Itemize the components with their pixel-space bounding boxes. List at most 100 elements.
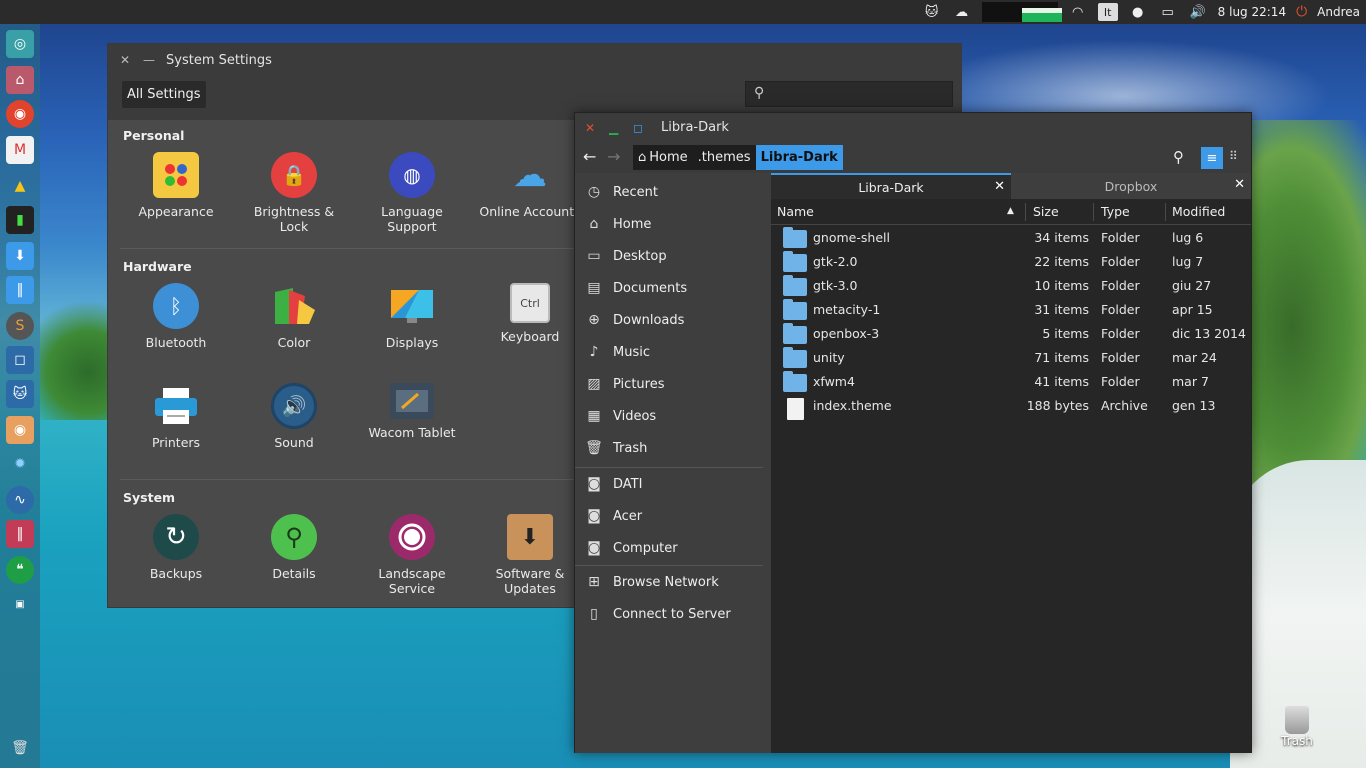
tab-dropbox[interactable]: Dropbox ✕: [1011, 173, 1251, 199]
cloud-sync-icon[interactable]: ☁: [952, 4, 972, 20]
mixer-icon[interactable]: ‖: [6, 276, 34, 304]
minimize-icon[interactable]: ▁: [609, 121, 618, 135]
hangouts-icon[interactable]: ❝: [6, 556, 34, 584]
table-row[interactable]: gtk-2.0 22 items Folder lug 7: [771, 250, 1251, 274]
close-icon[interactable]: ✕: [1234, 177, 1245, 192]
settings-item-language-support[interactable]: ◍ Language Support: [353, 152, 471, 234]
sidebar-item-documents[interactable]: ▤ Documents: [575, 273, 771, 303]
settings-gear-icon[interactable]: ✹: [6, 450, 34, 478]
terminal-icon[interactable]: ▮: [6, 206, 34, 234]
home-folder-icon[interactable]: ⌂: [6, 66, 34, 94]
table-row[interactable]: gnome-shell 34 items Folder lug 6: [771, 226, 1251, 250]
cell-size: 5 items: [1042, 326, 1089, 341]
back-icon[interactable]: ←: [583, 147, 596, 166]
system-monitor-graph[interactable]: [981, 2, 1062, 22]
close-icon[interactable]: ✕: [118, 53, 132, 67]
maximize-icon[interactable]: ◻: [633, 121, 643, 135]
system-monitor-icon[interactable]: ∿: [6, 486, 34, 514]
cell-size: 41 items: [1034, 374, 1089, 389]
sidebar-item-videos[interactable]: ▦ Videos: [575, 401, 771, 431]
settings-item-displays[interactable]: Displays: [353, 283, 471, 350]
ubuntu-dash-icon[interactable]: ◎: [6, 30, 34, 58]
folder-icon: [783, 251, 807, 272]
cell-modified: giu 27: [1172, 278, 1212, 293]
trash-icon[interactable]: 🗑: [6, 734, 34, 762]
clock[interactable]: 8 lug 22:14: [1218, 5, 1286, 19]
minimize-icon[interactable]: —: [142, 53, 156, 67]
sidebar-item-browse-network[interactable]: ⊞ Browse Network: [575, 567, 771, 597]
chrome-beta-icon[interactable]: ◉: [6, 100, 34, 128]
breadcrumb-label: Home: [649, 150, 688, 165]
settings-item-sound[interactable]: 🔊 Sound: [235, 383, 353, 450]
settings-item-online-accounts[interactable]: ☁ Online Accounts: [471, 152, 589, 220]
skype-icon[interactable]: S: [6, 312, 34, 340]
all-settings-button[interactable]: All Settings: [122, 81, 206, 108]
breadcrumb-home[interactable]: ⌂ Home: [633, 145, 693, 170]
power-icon[interactable]: ⏻: [1296, 4, 1307, 20]
table-row[interactable]: index.theme 188 bytes Archive gen 13: [771, 394, 1251, 420]
sidebar-item-dati[interactable]: ◙ DATI: [575, 469, 771, 499]
settings-item-color[interactable]: Color: [235, 283, 353, 350]
settings-item-keyboard[interactable]: Ctrl Keyboard: [471, 283, 589, 344]
wifi-icon[interactable]: ◠: [1068, 4, 1088, 20]
desktop-trash[interactable]: Trash: [1274, 706, 1320, 748]
download-icon[interactable]: ⬇: [6, 242, 34, 270]
sidebar-item-desktop[interactable]: ▭ Desktop: [575, 241, 771, 271]
search-icon[interactable]: ⚲: [1173, 148, 1184, 166]
sidebar-item-pictures[interactable]: ▨ Pictures: [575, 369, 771, 399]
sidebar-item-music[interactable]: ♪ Music: [575, 337, 771, 367]
breadcrumb-current[interactable]: Libra-Dark: [755, 145, 843, 170]
cat-app-icon[interactable]: 🐱: [6, 380, 34, 408]
tab-libra-dark[interactable]: Libra-Dark ✕: [771, 173, 1011, 199]
table-row[interactable]: openbox-3 5 items Folder dic 13 2014: [771, 322, 1251, 346]
table-row[interactable]: gtk-3.0 10 items Folder giu 27: [771, 274, 1251, 298]
sidebar-item-home[interactable]: ⌂ Home: [575, 209, 771, 239]
settings-item-backups[interactable]: ↻ Backups: [117, 514, 235, 581]
column-type[interactable]: Type: [1101, 204, 1130, 219]
sidebar-item-downloads[interactable]: ⊕ Downloads: [575, 305, 771, 335]
sidebar-item-computer[interactable]: ◙ Computer: [575, 533, 771, 563]
close-icon[interactable]: ✕: [585, 121, 595, 135]
sort-ascending-icon[interactable]: ▲: [1007, 206, 1014, 216]
column-size[interactable]: Size: [1033, 204, 1059, 219]
equalizer-icon[interactable]: ‖: [6, 520, 34, 548]
sidebar-item-recent[interactable]: ◷ Recent: [575, 177, 771, 207]
settings-item-landscape-service[interactable]: Landscape Service: [353, 514, 471, 596]
google-drive-icon[interactable]: ▲: [6, 172, 34, 200]
settings-item-wacom-tablet[interactable]: Wacom Tablet: [353, 383, 471, 440]
settings-item-details[interactable]: ⚲ Details: [235, 514, 353, 581]
gmail-icon[interactable]: M: [6, 136, 34, 164]
list-view-icon[interactable]: ≡: [1201, 147, 1223, 169]
column-name[interactable]: Name: [777, 204, 814, 219]
settings-item-printers[interactable]: Printers: [117, 383, 235, 450]
table-row[interactable]: xfwm4 41 items Folder mar 7: [771, 370, 1251, 394]
table-row[interactable]: unity 71 items Folder mar 24: [771, 346, 1251, 370]
cell-modified: dic 13 2014: [1172, 326, 1246, 341]
volume-icon[interactable]: 🔊: [1188, 4, 1208, 20]
close-icon[interactable]: ✕: [994, 179, 1005, 194]
sidebar-item-connect-server[interactable]: ▯ Connect to Server: [575, 599, 771, 629]
settings-item-software-updates[interactable]: ⬇ Software & Updates: [471, 514, 589, 596]
tablet-icon: [390, 383, 434, 419]
disk-icon[interactable]: ◉: [6, 416, 34, 444]
keyboard-layout-indicator[interactable]: It: [1097, 3, 1118, 21]
screenshot-icon[interactable]: ◻: [6, 346, 34, 374]
column-modified[interactable]: Modified: [1172, 204, 1225, 219]
table-row[interactable]: metacity-1 31 items Folder apr 15: [771, 298, 1251, 322]
cat-icon[interactable]: 🐱: [922, 4, 942, 20]
battery-icon[interactable]: ▭: [1158, 4, 1178, 20]
forward-icon[interactable]: →: [607, 147, 620, 166]
sidebar-item-acer[interactable]: ◙ Acer: [575, 501, 771, 531]
settings-item-appearance[interactable]: Appearance: [117, 152, 235, 219]
settings-item-bluetooth[interactable]: ᛒ Bluetooth: [117, 283, 235, 350]
clock-icon: ◷: [587, 184, 601, 200]
breadcrumb-themes[interactable]: .themes: [693, 145, 756, 170]
user-name[interactable]: Andrea: [1317, 5, 1360, 19]
workspace-icon[interactable]: ▣: [6, 590, 34, 618]
sidebar-item-trash[interactable]: 🗑 Trash: [575, 433, 771, 463]
settings-item-brightness-lock[interactable]: 🔒 Brightness & Lock: [235, 152, 353, 234]
search-input[interactable]: ⚲: [745, 81, 953, 107]
chat-icon[interactable]: ●: [1128, 4, 1148, 20]
sidebar-item-label: Downloads: [613, 312, 685, 328]
grid-view-icon[interactable]: ⠿: [1229, 149, 1238, 163]
